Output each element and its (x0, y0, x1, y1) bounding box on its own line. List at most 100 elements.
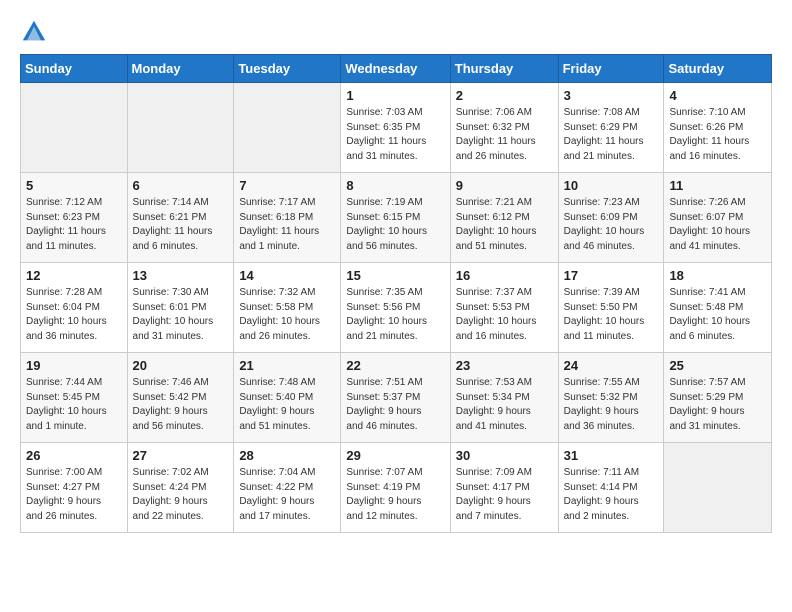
calendar-cell: 11 Sunrise: 7:26 AM Sunset: 6:07 PM Dayli… (664, 173, 772, 263)
day-number: 15 (346, 268, 444, 283)
calendar-week-row: 26 Sunrise: 7:00 AM Sunset: 4:27 PM Dayli… (21, 443, 772, 533)
day-info: Sunrise: 7:30 AM Sunset: 6:01 PM Dayligh… (133, 286, 229, 344)
day-number: 14 (239, 268, 335, 283)
calendar-cell: 27Sunrise: 7:02 AM Sunset: 4:24 PM Dayli… (127, 443, 234, 533)
day-number: 28 (239, 448, 335, 463)
day-info: Sunrise: 7:17 AM Sunset: 6:18 PM Dayligh… (239, 196, 335, 254)
day-info: Sunrise: 7:00 AM Sunset: 4:27 PM Dayligh… (26, 466, 122, 524)
logo (20, 18, 52, 46)
day-info: Sunrise: 7:10 AM Sunset: 6:26 PM Dayligh… (669, 106, 766, 164)
calendar-cell (664, 443, 772, 533)
calendar-cell: 16Sunrise: 7:37 AM Sunset: 5:53 PM Dayli… (450, 263, 558, 353)
day-info: Sunrise: 7:14 AM Sunset: 6:21 PM Dayligh… (133, 196, 229, 254)
calendar-cell: 20 Sunrise: 7:46 AM Sunset: 5:42 PM Dayli… (127, 353, 234, 443)
calendar-header-wednesday: Wednesday (341, 55, 450, 83)
day-number: 25 (669, 358, 766, 373)
day-info: Sunrise: 7:48 AM Sunset: 5:40 PM Dayligh… (239, 376, 335, 434)
day-info: Sunrise: 7:11 AM Sunset: 4:14 PM Dayligh… (564, 466, 659, 524)
day-info: Sunrise: 7:46 AM Sunset: 5:42 PM Dayligh… (133, 376, 229, 434)
calendar-header-row: SundayMondayTuesdayWednesdayThursdayFrid… (21, 55, 772, 83)
day-info: Sunrise: 7:03 AM Sunset: 6:35 PM Dayligh… (346, 106, 444, 164)
calendar-header-saturday: Saturday (664, 55, 772, 83)
day-info: Sunrise: 7:02 AM Sunset: 4:24 PM Dayligh… (133, 466, 229, 524)
day-info: Sunrise: 7:23 AM Sunset: 6:09 PM Dayligh… (564, 196, 659, 254)
day-info: Sunrise: 7:55 AM Sunset: 5:32 PM Dayligh… (564, 376, 659, 434)
day-number: 18 (669, 268, 766, 283)
calendar-cell: 2 Sunrise: 7:06 AM Sunset: 6:32 PM Daylig… (450, 83, 558, 173)
day-info: Sunrise: 7:06 AM Sunset: 6:32 PM Dayligh… (456, 106, 553, 164)
day-number: 17 (564, 268, 659, 283)
day-number: 11 (669, 178, 766, 193)
calendar-cell: 26 Sunrise: 7:00 AM Sunset: 4:27 PM Dayli… (21, 443, 128, 533)
logo-icon (20, 18, 48, 46)
calendar-cell: 24 Sunrise: 7:55 AM Sunset: 5:32 PM Dayli… (558, 353, 664, 443)
day-number: 22 (346, 358, 444, 373)
calendar-cell (234, 83, 341, 173)
calendar-cell: 1 Sunrise: 7:03 AM Sunset: 6:35 PM Daylig… (341, 83, 450, 173)
calendar-cell (127, 83, 234, 173)
calendar-cell: 14 Sunrise: 7:32 AM Sunset: 5:58 PM Dayli… (234, 263, 341, 353)
day-number: 20 (133, 358, 229, 373)
calendar-cell: 15 Sunrise: 7:35 AM Sunset: 5:56 PM Dayli… (341, 263, 450, 353)
day-number: 10 (564, 178, 659, 193)
calendar-cell: 19 Sunrise: 7:44 AM Sunset: 5:45 PM Dayli… (21, 353, 128, 443)
day-info: Sunrise: 7:21 AM Sunset: 6:12 PM Dayligh… (456, 196, 553, 254)
calendar-cell: 29 Sunrise: 7:07 AM Sunset: 4:19 PM Dayli… (341, 443, 450, 533)
day-number: 19 (26, 358, 122, 373)
calendar-cell: 28 Sunrise: 7:04 AM Sunset: 4:22 PM Dayli… (234, 443, 341, 533)
day-number: 30 (456, 448, 553, 463)
day-info: Sunrise: 7:37 AM Sunset: 5:53 PM Dayligh… (456, 286, 553, 344)
calendar-cell: 7 Sunrise: 7:17 AM Sunset: 6:18 PM Daylig… (234, 173, 341, 263)
calendar-table: SundayMondayTuesdayWednesdayThursdayFrid… (20, 54, 772, 533)
calendar-cell: 8 Sunrise: 7:19 AM Sunset: 6:15 PM Daylig… (341, 173, 450, 263)
day-number: 29 (346, 448, 444, 463)
day-info: Sunrise: 7:28 AM Sunset: 6:04 PM Dayligh… (26, 286, 122, 344)
calendar-header-sunday: Sunday (21, 55, 128, 83)
calendar-cell: 4 Sunrise: 7:10 AM Sunset: 6:26 PM Daylig… (664, 83, 772, 173)
calendar-header-monday: Monday (127, 55, 234, 83)
day-number: 1 (346, 88, 444, 103)
calendar-cell: 5 Sunrise: 7:12 AM Sunset: 6:23 PM Daylig… (21, 173, 128, 263)
calendar-cell: 23 Sunrise: 7:53 AM Sunset: 5:34 PM Dayli… (450, 353, 558, 443)
calendar-cell: 22Sunrise: 7:51 AM Sunset: 5:37 PM Dayli… (341, 353, 450, 443)
calendar-header-thursday: Thursday (450, 55, 558, 83)
day-number: 2 (456, 88, 553, 103)
calendar-week-row: 12 Sunrise: 7:28 AM Sunset: 6:04 PM Dayli… (21, 263, 772, 353)
day-info: Sunrise: 7:35 AM Sunset: 5:56 PM Dayligh… (346, 286, 444, 344)
day-info: Sunrise: 7:44 AM Sunset: 5:45 PM Dayligh… (26, 376, 122, 434)
day-number: 13 (133, 268, 229, 283)
calendar-week-row: 5 Sunrise: 7:12 AM Sunset: 6:23 PM Daylig… (21, 173, 772, 263)
day-number: 31 (564, 448, 659, 463)
calendar-cell (21, 83, 128, 173)
day-number: 4 (669, 88, 766, 103)
calendar-cell: 17 Sunrise: 7:39 AM Sunset: 5:50 PM Dayli… (558, 263, 664, 353)
calendar-cell: 10 Sunrise: 7:23 AM Sunset: 6:09 PM Dayli… (558, 173, 664, 263)
day-number: 24 (564, 358, 659, 373)
day-number: 23 (456, 358, 553, 373)
day-number: 5 (26, 178, 122, 193)
day-info: Sunrise: 7:08 AM Sunset: 6:29 PM Dayligh… (564, 106, 659, 164)
day-info: Sunrise: 7:07 AM Sunset: 4:19 PM Dayligh… (346, 466, 444, 524)
day-number: 8 (346, 178, 444, 193)
day-number: 21 (239, 358, 335, 373)
calendar-header-friday: Friday (558, 55, 664, 83)
day-info: Sunrise: 7:39 AM Sunset: 5:50 PM Dayligh… (564, 286, 659, 344)
calendar-cell: 3 Sunrise: 7:08 AM Sunset: 6:29 PM Daylig… (558, 83, 664, 173)
day-info: Sunrise: 7:32 AM Sunset: 5:58 PM Dayligh… (239, 286, 335, 344)
calendar-cell: 18 Sunrise: 7:41 AM Sunset: 5:48 PM Dayli… (664, 263, 772, 353)
day-info: Sunrise: 7:26 AM Sunset: 6:07 PM Dayligh… (669, 196, 766, 254)
day-number: 3 (564, 88, 659, 103)
day-info: Sunrise: 7:09 AM Sunset: 4:17 PM Dayligh… (456, 466, 553, 524)
day-number: 26 (26, 448, 122, 463)
day-number: 12 (26, 268, 122, 283)
day-info: Sunrise: 7:41 AM Sunset: 5:48 PM Dayligh… (669, 286, 766, 344)
calendar-cell: 9Sunrise: 7:21 AM Sunset: 6:12 PM Daylig… (450, 173, 558, 263)
calendar-cell: 25Sunrise: 7:57 AM Sunset: 5:29 PM Dayli… (664, 353, 772, 443)
day-info: Sunrise: 7:12 AM Sunset: 6:23 PM Dayligh… (26, 196, 122, 254)
day-info: Sunrise: 7:53 AM Sunset: 5:34 PM Dayligh… (456, 376, 553, 434)
day-info: Sunrise: 7:19 AM Sunset: 6:15 PM Dayligh… (346, 196, 444, 254)
calendar-cell: 6Sunrise: 7:14 AM Sunset: 6:21 PM Daylig… (127, 173, 234, 263)
day-info: Sunrise: 7:04 AM Sunset: 4:22 PM Dayligh… (239, 466, 335, 524)
calendar-cell: 30 Sunrise: 7:09 AM Sunset: 4:17 PM Dayli… (450, 443, 558, 533)
day-number: 7 (239, 178, 335, 193)
